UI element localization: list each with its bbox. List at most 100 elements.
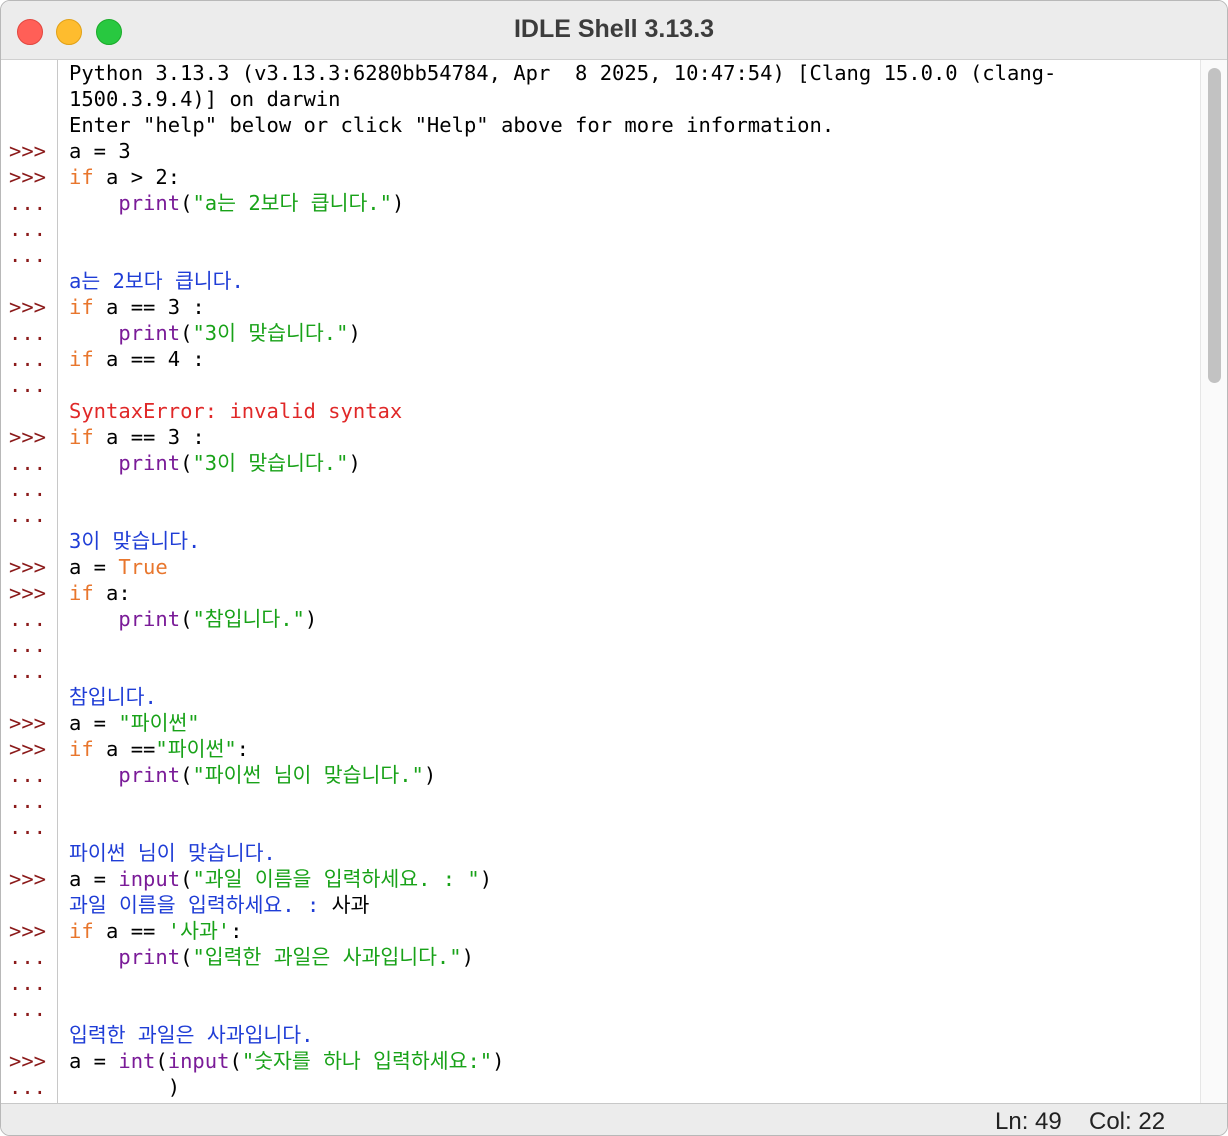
code-token: ( bbox=[180, 607, 193, 631]
code-token: print bbox=[118, 321, 181, 345]
code-token: ) bbox=[69, 1075, 181, 1099]
prompt-marker: ... bbox=[9, 971, 47, 995]
prompt-marker: >>> bbox=[9, 555, 47, 579]
column-number-indicator: Col: 22 bbox=[1089, 1108, 1166, 1135]
code-token: if bbox=[69, 737, 94, 761]
code-token: a = bbox=[69, 867, 119, 891]
code-token: ) bbox=[304, 607, 318, 631]
code-token: "a는 2보다 큽니다." bbox=[192, 191, 392, 215]
code-token: '사과' bbox=[167, 919, 231, 943]
code-token: ( bbox=[180, 763, 193, 787]
prompt-marker: >>> bbox=[9, 737, 47, 761]
code-token: a > 2: bbox=[93, 165, 181, 189]
code-token: print bbox=[118, 945, 181, 969]
code-token: ( bbox=[180, 451, 193, 475]
code-token: SyntaxError: invalid syntax bbox=[69, 399, 403, 423]
shell-line: if a == 4 : bbox=[69, 346, 205, 372]
code-token: Enter "help" below or click "Help" above… bbox=[69, 113, 835, 137]
shell-text-area[interactable]: Python 3.13.3 (v3.13.3:6280bb54784, Apr … bbox=[58, 60, 1199, 1103]
shell-line: a = "파이썬" bbox=[69, 710, 200, 736]
code-token: 3이 맞습니다. bbox=[69, 529, 201, 553]
prompt-marker: >>> bbox=[9, 867, 47, 891]
code-token: 파이썬 님이 맞습니다. bbox=[69, 841, 276, 865]
code-token: 참입니다. bbox=[69, 685, 157, 709]
shell-line: if a =="파이썬": bbox=[69, 736, 249, 762]
code-token: ) bbox=[423, 763, 437, 787]
prompt-marker: >>> bbox=[9, 139, 47, 163]
code-token: "3이 맞습니다." bbox=[192, 321, 349, 345]
code-token: print bbox=[118, 607, 181, 631]
shell-line: 파이썬 님이 맞습니다. bbox=[69, 840, 276, 866]
code-token: ( bbox=[180, 321, 193, 345]
prompt-marker: ... bbox=[9, 607, 47, 631]
prompt-marker: ... bbox=[9, 321, 47, 345]
code-token: ( bbox=[180, 191, 193, 215]
code-token: ) bbox=[479, 867, 493, 891]
shell-line: print("참입니다.") bbox=[69, 606, 317, 632]
code-token: print bbox=[118, 451, 181, 475]
scrollbar-thumb[interactable] bbox=[1208, 68, 1221, 383]
code-token: int bbox=[118, 1049, 156, 1073]
prompt-marker: ... bbox=[9, 763, 47, 787]
shell-line: 1500.3.9.4)] on darwin bbox=[69, 86, 341, 112]
shell-line: if a: bbox=[69, 580, 131, 606]
code-token: "숫자를 하나 입력하세요:" bbox=[241, 1049, 493, 1073]
code-token: a = bbox=[69, 555, 119, 579]
title-bar[interactable]: IDLE Shell 3.13.3 bbox=[1, 1, 1227, 60]
prompt-marker: >>> bbox=[9, 165, 47, 189]
shell-line: 입력한 과일은 사과입니다. bbox=[69, 1022, 314, 1048]
shell-line: if a == 3 : bbox=[69, 294, 205, 320]
shell-line: print("파이썬 님이 맞습니다.") bbox=[69, 762, 436, 788]
prompt-marker: ... bbox=[9, 191, 47, 215]
code-token: if bbox=[69, 425, 94, 449]
code-token: ) bbox=[348, 451, 361, 475]
code-token: "3이 맞습니다." bbox=[192, 451, 349, 475]
line-number-indicator: Ln: 49 bbox=[995, 1108, 1062, 1135]
code-token: a = 3 bbox=[69, 139, 131, 163]
shell-line: if a > 2: bbox=[69, 164, 180, 190]
code-token: True bbox=[118, 555, 168, 579]
prompt-marker: ... bbox=[9, 373, 47, 397]
code-token: "파이썬 님이 맞습니다." bbox=[192, 763, 424, 787]
code-token: a == 4 : bbox=[93, 347, 205, 371]
code-token: if bbox=[69, 165, 94, 189]
code-token: if bbox=[69, 919, 94, 943]
code-token: a == bbox=[93, 737, 156, 761]
code-token: a == 3 : bbox=[93, 425, 205, 449]
shell-line: 참입니다. bbox=[69, 684, 157, 710]
prompt-marker: ... bbox=[9, 503, 47, 527]
prompt-marker: >>> bbox=[9, 711, 47, 735]
prompt-marker: >>> bbox=[9, 919, 47, 943]
code-token: "파이썬" bbox=[155, 737, 237, 761]
prompt-gutter: >>> >>>......... >>>......... >>>......... >… bbox=[1, 60, 58, 1103]
prompt-marker: ... bbox=[9, 815, 47, 839]
code-token: a는 2보다 큽니다. bbox=[69, 269, 244, 293]
code-token: a = bbox=[69, 1049, 119, 1073]
code-token: ) bbox=[492, 1049, 505, 1073]
shell-line: print("a는 2보다 큽니다.") bbox=[69, 190, 404, 216]
code-token: ( bbox=[229, 1049, 242, 1073]
shell-line: if a == 3 : bbox=[69, 424, 205, 450]
code-token: ( bbox=[180, 945, 193, 969]
code-token: 1500.3.9.4)] on darwin bbox=[69, 87, 341, 111]
window-title: IDLE Shell 3.13.3 bbox=[513, 15, 715, 43]
code-token: 입력한 과일은 사과입니다. bbox=[69, 1023, 314, 1047]
prompt-marker: >>> bbox=[9, 581, 47, 605]
prompt-marker: ... bbox=[9, 633, 47, 657]
shell-line: a = input("과일 이름을 입력하세요. : ") bbox=[69, 866, 492, 892]
vertical-scrollbar[interactable] bbox=[1200, 60, 1227, 1103]
code-token: a == 3 : bbox=[93, 295, 205, 319]
code-token: print bbox=[118, 763, 181, 787]
prompt-marker: >>> bbox=[9, 425, 47, 449]
status-bar: Ln: 49 Col: 22 bbox=[1, 1103, 1227, 1135]
prompt-marker: ... bbox=[9, 217, 47, 241]
code-token: a: bbox=[93, 581, 131, 605]
prompt-marker: ... bbox=[9, 1075, 47, 1099]
shell-line: 3이 맞습니다. bbox=[69, 528, 200, 554]
code-token: print bbox=[118, 191, 181, 215]
prompt-marker: ... bbox=[9, 659, 47, 683]
prompt-marker: >>> bbox=[9, 295, 47, 319]
